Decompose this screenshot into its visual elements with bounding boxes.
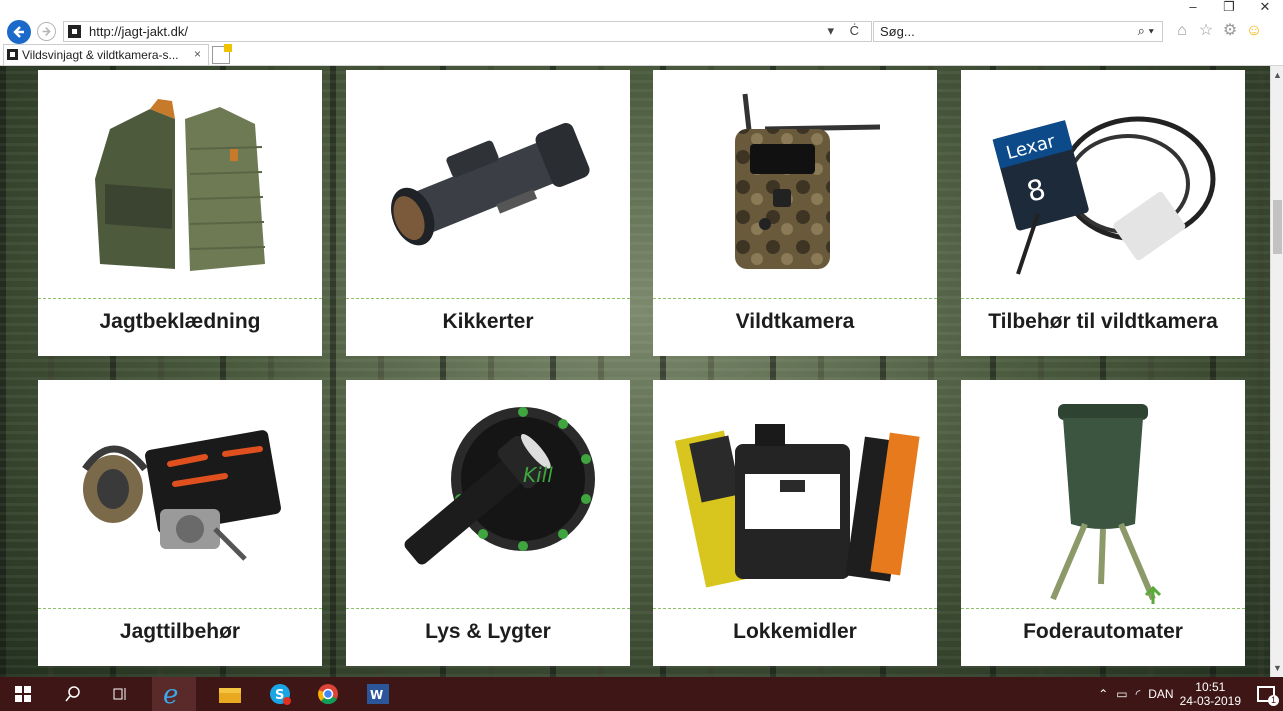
search-box[interactable]: ⌕ ▾ — [873, 21, 1163, 42]
hunting-kit-icon — [38, 380, 322, 608]
sd-card-cable-icon: Lexar 8 — [961, 70, 1245, 298]
window-controls: – ❐ ✕ — [1175, 0, 1283, 14]
svg-text:S: S — [275, 688, 284, 703]
task-view-icon[interactable] — [105, 677, 135, 711]
category-label[interactable]: Jagtbeklædning — [38, 310, 322, 334]
category-label[interactable]: Foderautomater — [961, 620, 1245, 644]
browser-chrome: – ❐ ✕ http://jagt-jakt.dk/ ▾ Ċ ⌕ ▾ ⌂ ☆ ⚙… — [0, 0, 1283, 66]
system-tray: ⌃ ▭ ◜ DAN 10:51 24-03-2019 1 — [1098, 677, 1283, 711]
forward-button[interactable] — [37, 22, 56, 41]
category-card-jagtbeklaedning[interactable]: Jagtbeklædning — [38, 70, 322, 356]
trail-camera-icon — [653, 70, 937, 298]
back-button[interactable] — [7, 20, 31, 44]
address-tools[interactable]: ▾ Ċ — [827, 23, 865, 39]
category-label[interactable]: Lokkemidler — [653, 620, 937, 644]
scrollbar-thumb[interactable] — [1273, 200, 1282, 254]
scroll-down-icon[interactable]: ▼ — [1273, 663, 1282, 673]
card-separator — [961, 608, 1245, 609]
tab-title: Vildsvinjagt & vildtkamera-s... — [22, 48, 179, 62]
wifi-icon[interactable]: ◜ — [1136, 687, 1141, 701]
card-separator — [653, 608, 937, 609]
svg-text:Kill: Kill — [523, 463, 553, 487]
skype-icon[interactable]: S — [258, 677, 302, 711]
tab-close-icon[interactable]: × — [194, 47, 201, 61]
category-card-lokkemidler[interactable]: Lokkemidler — [653, 380, 937, 666]
category-card-kikkerter[interactable]: Kikkerter — [346, 70, 630, 356]
new-tab-button[interactable] — [212, 44, 232, 64]
toolbar-icons: ⌂ ☆ ⚙ ☺ — [1172, 21, 1264, 41]
clock-date: 24-03-2019 — [1179, 694, 1241, 708]
card-separator — [38, 608, 322, 609]
site-favicon-icon — [68, 25, 81, 38]
page-scrollbar[interactable]: ▲ ▼ — [1270, 66, 1283, 677]
svg-text:W: W — [370, 688, 383, 702]
tab-favicon-icon — [7, 49, 18, 60]
battery-icon[interactable]: ▭ — [1116, 687, 1127, 701]
feeder-icon — [961, 380, 1245, 608]
category-card-vildtkamera[interactable]: Vildtkamera — [653, 70, 937, 356]
page-content: Jagtbeklædning Kikkerter Vildtkamera Lex… — [0, 66, 1270, 677]
smiley-icon[interactable]: ☺ — [1244, 21, 1264, 41]
lure-products-icon — [653, 380, 937, 608]
windows-taskbar: e S W ⌃ ▭ ◜ DAN 10:51 24-03-2019 1 — [0, 677, 1283, 711]
address-url[interactable]: http://jagt-jakt.dk/ — [89, 24, 188, 39]
file-explorer-icon[interactable] — [208, 677, 252, 711]
back-arrow-icon — [13, 26, 24, 38]
category-label[interactable]: Jagttilbehør — [38, 620, 322, 644]
category-label[interactable]: Kikkerter — [346, 310, 630, 334]
star-icon[interactable]: ☆ — [1196, 21, 1216, 41]
category-label[interactable]: Lys & Lygter — [346, 620, 630, 644]
close-window-button[interactable]: ✕ — [1247, 0, 1283, 14]
chevron-up-icon[interactable]: ⌃ — [1098, 687, 1108, 701]
windows-start-icon[interactable] — [8, 677, 38, 711]
card-separator — [653, 298, 937, 299]
svg-text:e: e — [163, 681, 178, 707]
home-icon[interactable]: ⌂ — [1172, 21, 1192, 41]
word-icon[interactable]: W — [356, 677, 400, 711]
category-label[interactable]: Tilbehør til vildtkamera — [961, 310, 1245, 334]
search-icon[interactable]: ⌕ ▾ — [1138, 23, 1154, 39]
forward-arrow-icon — [42, 27, 51, 36]
minimize-button[interactable]: – — [1175, 0, 1211, 14]
gear-icon[interactable]: ⚙ — [1220, 21, 1240, 41]
chrome-icon[interactable] — [306, 677, 350, 711]
jacket-icon — [38, 70, 322, 298]
scroll-up-icon[interactable]: ▲ — [1273, 70, 1282, 80]
tab-active[interactable]: Vildsvinjagt & vildtkamera-s... × — [3, 44, 209, 65]
category-card-lys-lygter[interactable]: Kill Lys & Lygter — [346, 380, 630, 666]
card-separator — [961, 298, 1245, 299]
card-separator — [346, 608, 630, 609]
search-input[interactable] — [880, 24, 1110, 39]
internet-explorer-icon[interactable]: e — [152, 677, 196, 711]
language-indicator[interactable]: DAN — [1148, 687, 1173, 701]
flashlight-icon: Kill — [346, 380, 630, 608]
category-card-jagttilbehoer[interactable]: Jagttilbehør — [38, 380, 322, 666]
notification-count: 1 — [1268, 695, 1279, 706]
category-card-tilbehoer-vildtkamera[interactable]: Lexar 8 Tilbehør til vildtkamera — [961, 70, 1245, 356]
category-card-foderautomater[interactable]: Foderautomater — [961, 380, 1245, 666]
clock[interactable]: 10:51 24-03-2019 — [1180, 680, 1241, 708]
restore-button[interactable]: ❐ — [1211, 0, 1247, 14]
card-separator — [38, 298, 322, 299]
category-label[interactable]: Vildtkamera — [653, 310, 937, 334]
address-bar[interactable]: http://jagt-jakt.dk/ ▾ Ċ — [63, 21, 872, 42]
search-icon[interactable] — [58, 677, 88, 711]
card-separator — [346, 298, 630, 299]
notification-icon[interactable]: 1 — [1257, 686, 1279, 706]
clock-time: 10:51 — [1195, 680, 1226, 694]
scope-icon — [346, 70, 630, 298]
